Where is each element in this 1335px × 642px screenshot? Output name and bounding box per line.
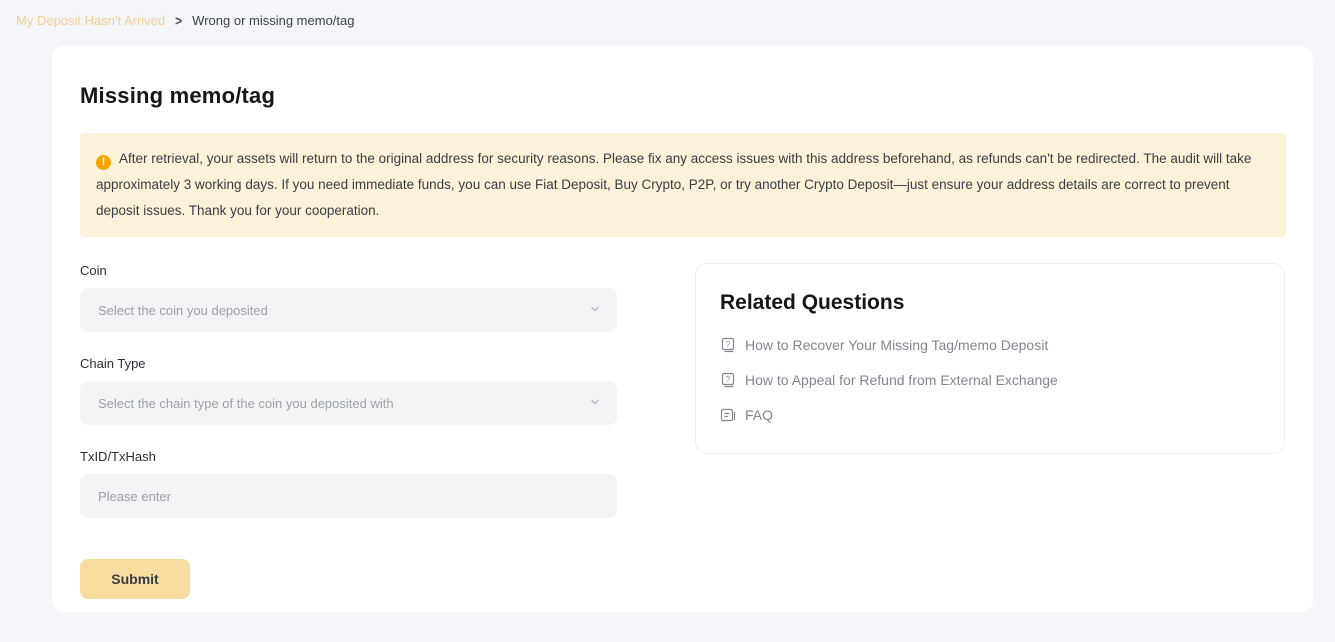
chevron-down-icon [589,396,601,411]
related-question-link[interactable]: ? How to Recover Your Missing Tag/memo D… [720,337,1260,353]
chain-type-field-group: Chain Type Select the chain type of the … [80,356,617,425]
submit-button[interactable]: Submit [80,559,190,599]
coin-select-placeholder: Select the coin you deposited [98,303,268,318]
content-row: Coin Select the coin you deposited Chain… [80,263,1286,599]
chain-type-label: Chain Type [80,356,617,371]
txid-input[interactable] [80,474,617,518]
chain-type-select-placeholder: Select the chain type of the coin you de… [98,396,394,411]
help-article-icon: ? [720,372,736,388]
svg-text:?: ? [726,340,731,349]
info-banner-text: After retrieval, your assets will return… [96,151,1251,218]
breadcrumb: My Deposit Hasn't Arrived > Wrong or mis… [0,0,1335,39]
coin-select[interactable]: Select the coin you deposited [80,288,617,332]
txid-field-group: TxID/TxHash [80,449,617,518]
coin-label: Coin [80,263,617,278]
svg-text:?: ? [726,375,731,384]
related-question-label: FAQ [745,407,773,423]
breadcrumb-separator-icon: > [175,12,182,28]
txid-label: TxID/TxHash [80,449,617,464]
related-question-label: How to Recover Your Missing Tag/memo Dep… [745,337,1048,353]
breadcrumb-current: Wrong or missing memo/tag [192,13,354,28]
page-title: Missing memo/tag [80,83,1286,109]
coin-field-group: Coin Select the coin you deposited [80,263,617,332]
chain-type-select[interactable]: Select the chain type of the coin you de… [80,381,617,425]
info-banner: !After retrieval, your assets will retur… [80,133,1286,237]
related-question-link[interactable]: ? How to Appeal for Refund from External… [720,372,1260,388]
breadcrumb-parent-link[interactable]: My Deposit Hasn't Arrived [16,13,165,28]
faq-icon [720,407,736,423]
related-questions-title: Related Questions [720,291,1260,315]
recovery-form: Coin Select the coin you deposited Chain… [80,263,617,599]
exclamation-circle-icon: ! [96,155,111,170]
related-questions-panel: Related Questions ? How to Recover Your … [695,263,1285,454]
related-question-label: How to Appeal for Refund from External E… [745,372,1058,388]
faq-link[interactable]: FAQ [720,407,1260,423]
main-card: Missing memo/tag !After retrieval, your … [52,46,1313,612]
chevron-down-icon [589,303,601,318]
help-article-icon: ? [720,337,736,353]
